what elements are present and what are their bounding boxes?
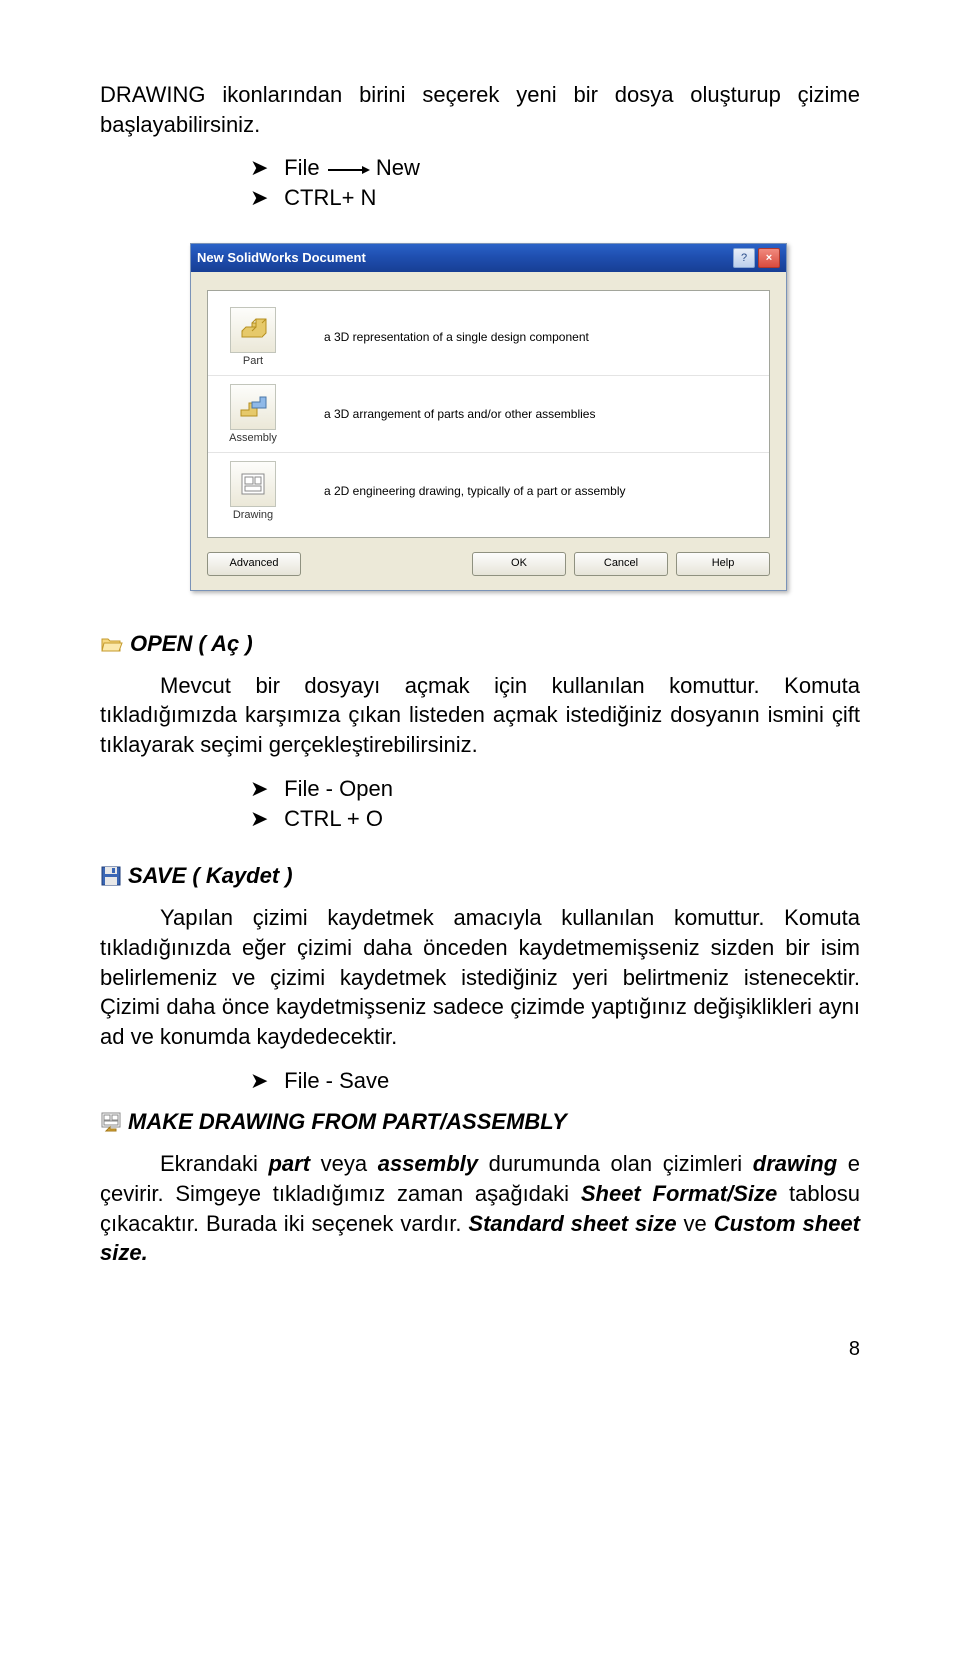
part-icon [230,307,276,353]
open-heading-text: OPEN ( Aç ) [130,631,253,657]
document-type-list: Part a 3D representation of a single des… [207,290,770,538]
term-part: part [268,1151,310,1176]
assembly-icon [230,384,276,430]
bullets-save: ➤ File - Save [100,1066,860,1096]
doc-row-desc: a 2D engineering drawing, typically of a… [324,484,626,498]
save-heading: SAVE ( Kaydet ) [100,863,860,889]
bullet-file-save: ➤ File - Save [250,1066,860,1096]
save-floppy-icon [100,865,122,887]
ok-button[interactable]: OK [472,552,566,576]
new-document-dialog: New SolidWorks Document ? × Part a 3D re… [190,243,787,591]
term-standard-sheet-size: Standard sheet size [468,1211,676,1236]
bullet-ctrl-n: ➤ CTRL+ N [250,183,860,213]
bullet-text-new: New [376,155,420,180]
doc-row-part[interactable]: Part a 3D representation of a single des… [208,299,769,376]
help-button[interactable]: Help [676,552,770,576]
bullet-arrow-icon: ➤ [250,774,278,804]
open-folder-icon [100,634,124,654]
dialog-titlebar: New SolidWorks Document ? × [191,244,786,272]
dialog-close-button[interactable]: × [758,248,780,268]
doc-row-drawing[interactable]: Drawing a 2D engineering drawing, typica… [208,453,769,529]
make-drawing-heading-text: MAKE DRAWING FROM PART/ASSEMBLY [128,1109,567,1135]
bullet-arrow-icon: ➤ [250,153,278,183]
make-text-2: veya [310,1151,378,1176]
bullets-open: ➤ File - Open ➤ CTRL + O [100,774,860,833]
open-heading: OPEN ( Aç ) [100,631,860,657]
doc-row-desc: a 3D representation of a single design c… [324,330,589,344]
dialog-title: New SolidWorks Document [197,250,366,265]
bullet-text-fsave: File - Save [284,1068,389,1093]
bullet-ctrl-o: ➤ CTRL + O [250,804,860,834]
make-drawing-paragraph: Ekrandaki part veya assembly durumunda o… [100,1149,860,1268]
term-drawing: drawing [753,1151,837,1176]
doc-row-label: Drawing [233,509,273,521]
doc-row-desc: a 3D arrangement of parts and/or other a… [324,407,595,421]
term-sheet-format-size: Sheet Format/Size [581,1181,777,1206]
bullets-block-1: ➤ File New ➤ CTRL+ N [100,153,860,212]
bullet-file-new: ➤ File New [250,153,860,183]
page-number: 8 [100,1338,860,1361]
open-paragraph: Mevcut bir dosyayı açmak için kullanılan… [100,671,860,760]
bullet-arrow-icon: ➤ [250,1066,278,1096]
make-drawing-heading: MAKE DRAWING FROM PART/ASSEMBLY [100,1109,860,1135]
make-text-1: Ekrandaki [160,1151,268,1176]
drawing-icon [230,461,276,507]
dialog-footer: Advanced OK Cancel Help [207,552,770,576]
make-drawing-icon [100,1111,122,1133]
arrow-right-icon [326,164,370,176]
doc-row-label: Assembly [229,432,277,444]
bullet-text-file: File [284,155,319,180]
bullet-arrow-icon: ➤ [250,183,278,213]
make-text-3: durumunda olan çizimleri [478,1151,753,1176]
bullet-text-fopen: File - Open [284,776,393,801]
bullet-text-ctrln: CTRL+ N [284,185,376,210]
advanced-button[interactable]: Advanced [207,552,301,576]
bullet-file-open: ➤ File - Open [250,774,860,804]
doc-row-assembly[interactable]: Assembly a 3D arrangement of parts and/o… [208,376,769,453]
save-heading-text: SAVE ( Kaydet ) [128,863,293,889]
bullet-text-ctrlo: CTRL + O [284,806,383,831]
term-assembly: assembly [378,1151,478,1176]
dialog-help-button[interactable]: ? [733,248,755,268]
doc-row-label: Part [243,355,263,367]
intro-paragraph: DRAWING ikonlarından birini seçerek yeni… [100,80,860,139]
dialog-body: Part a 3D representation of a single des… [191,272,786,590]
make-text-6: ve [677,1211,714,1236]
cancel-button[interactable]: Cancel [574,552,668,576]
bullet-arrow-icon: ➤ [250,804,278,834]
save-paragraph: Yapılan çizimi kaydetmek amacıyla kullan… [100,903,860,1051]
